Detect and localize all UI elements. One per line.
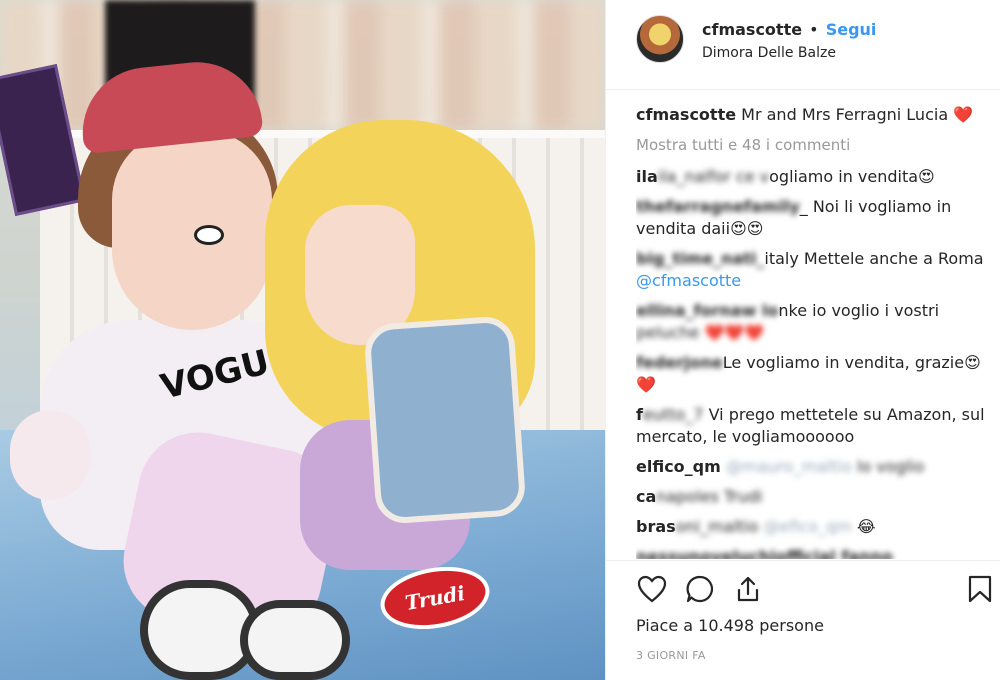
- share-icon[interactable]: [732, 573, 764, 605]
- comment-username[interactable]: bras: [636, 517, 676, 536]
- bookmark-icon[interactable]: [964, 573, 996, 605]
- follow-button[interactable]: Segui: [826, 20, 877, 39]
- comment-emoji: ❤️❤️❤️: [704, 323, 765, 342]
- comment-blurred-text: lo voglio: [856, 457, 925, 476]
- comment-username[interactable]: thefarragnefamily: [636, 197, 800, 216]
- post-sidebar: cfmascotte • Segui Dimora Delle Balze cf…: [605, 0, 1000, 680]
- comment-blurred-text: ila_nalfor ce v: [657, 167, 770, 186]
- show-all-comments-link[interactable]: Mostra tutti e 48 i commenti: [636, 134, 986, 156]
- post-image[interactable]: VOGU Trudi: [0, 0, 605, 680]
- separator-dot: •: [809, 20, 819, 39]
- comment-blurred-text: eutto_7: [642, 405, 704, 424]
- comment-username[interactable]: nessunoveluchiofficial fanno: [636, 547, 893, 559]
- list-item: thefarragnefamily_ Noi li vogliamo in ve…: [636, 196, 986, 240]
- caption-username[interactable]: cfmascotte: [636, 105, 736, 124]
- comment-blurred-mention: @efico_qm: [763, 517, 852, 536]
- comment-username[interactable]: ellina_fornaw lo: [636, 301, 778, 320]
- comment-username[interactable]: f: [636, 405, 643, 424]
- boy-doll-head: [112, 130, 272, 330]
- list-item: elfico_qm @mauro_maltio lo voglio: [636, 456, 986, 478]
- list-item: big_time_nati_italy Mettele anche a Roma…: [636, 248, 986, 292]
- username-row: cfmascotte • Segui: [702, 20, 876, 39]
- comment-icon[interactable]: [684, 573, 716, 605]
- comment-blurred-text: peluche: [636, 323, 700, 342]
- comment-blurred-text: napoles Trudi: [656, 487, 763, 506]
- list-item: ilaila_nalfor ce vogliamo in vendita😍: [636, 166, 986, 188]
- list-item: nessunoveluchiofficial fanno: [636, 546, 986, 559]
- username-link[interactable]: cfmascotte: [702, 20, 802, 39]
- list-item: federjoneLe vogliamo in vendita, grazie😍…: [636, 352, 986, 396]
- comment-blurred-mention: @mauro_maltio: [725, 457, 852, 476]
- comment-username[interactable]: elfico_qm: [636, 457, 721, 476]
- list-item: feutto_7 Vi prego mettetele su Amazon, s…: [636, 404, 986, 448]
- boy-doll-eye: [194, 225, 224, 245]
- girl-doll-jacket: [363, 315, 527, 525]
- location-link[interactable]: Dimora Delle Balze: [702, 45, 836, 61]
- list-item: canapoles Trudi: [636, 486, 986, 508]
- comment-emoji: 😂: [856, 517, 876, 536]
- caption-text: Mr and Mrs Ferragni Lucia: [741, 105, 949, 124]
- comment-username[interactable]: federjone: [636, 353, 723, 372]
- list-item: ellina_fornaw lonke io voglio i vostri p…: [636, 300, 986, 344]
- comment-blurred-text: oni_maltio: [675, 517, 759, 536]
- comments-list[interactable]: cfmascotte Mr and Mrs Ferragni Lucia ❤️ …: [636, 104, 986, 559]
- likes-count[interactable]: Piace a 10.498 persone: [636, 616, 824, 635]
- post-timestamp[interactable]: 3 GIORNI FA: [636, 649, 706, 662]
- comment-text: nke io voglio i vostri: [778, 301, 940, 320]
- caption: cfmascotte Mr and Mrs Ferragni Lucia ❤️: [636, 104, 986, 126]
- comment-username[interactable]: ca: [636, 487, 656, 506]
- comment-mention[interactable]: @cfmascotte: [636, 271, 741, 290]
- list-item: brasoni_maltio @efico_qm 😂: [636, 516, 986, 538]
- heart-icon[interactable]: [636, 573, 668, 605]
- comment-text: ogliamo in vendita😍: [769, 167, 935, 186]
- comment-username[interactable]: big_time_nati_: [636, 249, 764, 268]
- post-header: cfmascotte • Segui Dimora Delle Balze: [606, 0, 1000, 90]
- comment-username[interactable]: ila: [636, 167, 658, 186]
- avatar[interactable]: [636, 15, 684, 63]
- boy-doll-arm: [10, 410, 90, 500]
- boy-doll-shoe: [240, 600, 350, 680]
- heart-emoji: ❤️: [953, 105, 974, 124]
- post-actions: Piace a 10.498 persone 3 GIORNI FA: [606, 560, 1000, 680]
- comment-text: italy Mettele anche a Roma: [764, 249, 984, 268]
